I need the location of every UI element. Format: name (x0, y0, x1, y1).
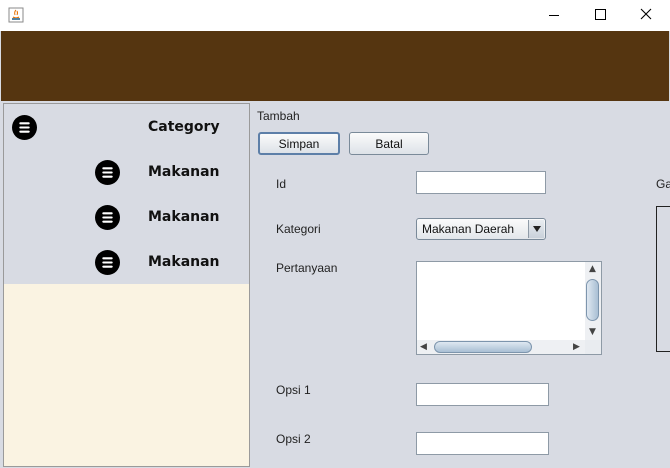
menu-icon (95, 160, 120, 185)
sidebar-item-makanan[interactable]: Makanan (4, 199, 249, 239)
kategori-selected-value: Makanan Daerah (422, 222, 515, 236)
category-sidebar: Category Makanan Makanan Makanan (3, 103, 250, 467)
category-header[interactable]: Category (4, 109, 249, 149)
minimize-icon (549, 15, 559, 16)
maximize-button[interactable] (577, 0, 623, 31)
sidebar-item-label: Makanan (148, 164, 220, 180)
menu-icon (95, 250, 120, 275)
opsi2-field[interactable] (416, 432, 549, 455)
sidebar-item-label: Makanan (148, 209, 220, 225)
maximize-icon (595, 9, 606, 20)
opsi1-label: Opsi 1 (276, 383, 311, 397)
horizontal-scrollbar[interactable]: ◀ ▶ (417, 340, 585, 354)
kategori-label: Kategori (276, 222, 321, 236)
title-bar (0, 0, 670, 31)
kategori-select[interactable]: Makanan Daerah (416, 218, 546, 240)
vertical-scroll-thumb[interactable] (586, 279, 599, 321)
scroll-right-icon[interactable]: ▶ (573, 342, 580, 352)
menu-icon (12, 115, 37, 140)
category-header-label: Category (148, 119, 220, 135)
minimize-button[interactable] (531, 0, 577, 31)
header-banner (1, 31, 669, 101)
cancel-button[interactable]: Batal (349, 132, 429, 155)
scroll-down-icon[interactable]: ▼ (589, 327, 596, 337)
side-panel-label: Ga (656, 177, 670, 191)
save-button[interactable]: Simpan (258, 132, 340, 155)
category-list: Category Makanan Makanan Makanan (4, 104, 249, 284)
pertanyaan-scroll-pane: ▲ ▼ ◀ ▶ (416, 261, 602, 355)
dropdown-arrow-icon[interactable] (528, 220, 544, 238)
sidebar-item-label: Makanan (148, 254, 220, 270)
opsi2-label: Opsi 2 (276, 432, 311, 446)
close-button[interactable] (623, 0, 669, 31)
close-icon (640, 8, 652, 20)
java-app-icon (8, 7, 24, 23)
id-field[interactable] (416, 171, 546, 194)
pertanyaan-textarea[interactable] (417, 262, 585, 340)
scroll-left-icon[interactable]: ◀ (420, 342, 427, 352)
menu-icon (95, 205, 120, 230)
id-label: Id (276, 177, 287, 191)
vertical-scrollbar[interactable]: ▲ ▼ (585, 262, 601, 340)
sidebar-item-makanan[interactable]: Makanan (4, 244, 249, 284)
scroll-up-icon[interactable]: ▲ (589, 264, 596, 274)
form-title: Tambah (257, 109, 300, 123)
side-panel (656, 206, 670, 352)
opsi1-field[interactable] (416, 383, 549, 406)
horizontal-scroll-thumb[interactable] (434, 341, 532, 353)
pertanyaan-label: Pertanyaan (276, 261, 338, 275)
sidebar-item-makanan[interactable]: Makanan (4, 154, 249, 194)
